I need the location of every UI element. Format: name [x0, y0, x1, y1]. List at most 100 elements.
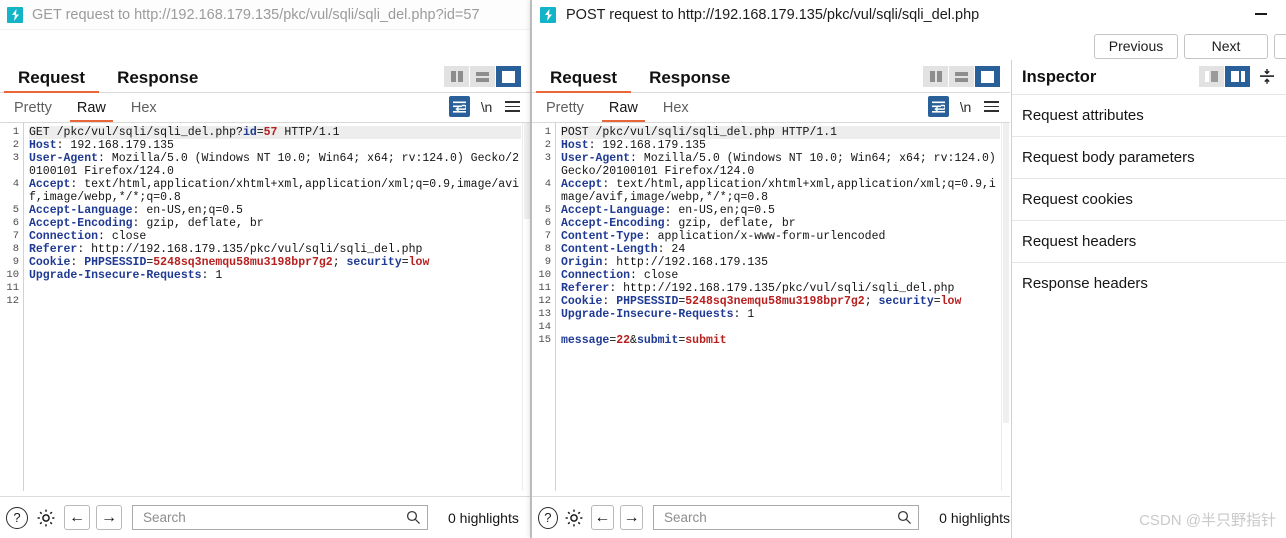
tab-response-left[interactable]: Response [103, 69, 212, 92]
window-title-right: POST request to http://192.168.179.135/p… [566, 7, 980, 23]
arrow-left-icon[interactable]: ← [64, 505, 90, 530]
next-button[interactable]: Next [1184, 33, 1268, 59]
watermark: CSDN @半只野指针 [1139, 512, 1276, 529]
format-tabs-left: Pretty Raw Hex \n [0, 93, 530, 123]
vertical-scrollbar-right[interactable] [1001, 123, 1010, 491]
line-number: 8 [544, 243, 551, 255]
line-number: 9 [544, 256, 551, 268]
message-tabs-left: Request Response [0, 60, 530, 93]
hamburger-menu-icon[interactable] [982, 99, 1001, 114]
line-number: 6 [544, 217, 551, 229]
tab-response-right[interactable]: Response [635, 69, 744, 92]
inspector-dock-left-icon[interactable] [1199, 66, 1224, 87]
window-titlebar-right: POST request to http://192.168.179.135/p… [532, 0, 1286, 30]
arrow-left-icon[interactable]: ← [590, 505, 614, 530]
line-number: 4 [12, 178, 19, 190]
layout-side-by-side-icon[interactable] [923, 66, 948, 87]
line-number: 8 [12, 243, 19, 255]
layout-single-pane-icon[interactable] [496, 66, 521, 87]
code-line: Upgrade-Insecure-Requests: 1 [561, 308, 755, 321]
code-line: Accept-Language: en-US,en;q=0.5 [29, 204, 243, 217]
burp-suite-logo-icon [7, 6, 23, 23]
newline-toggle-left[interactable]: \n [481, 99, 492, 115]
search-input[interactable] [141, 509, 406, 526]
scrollbar-thumb[interactable] [1003, 123, 1009, 423]
code-line: Accept-Language: en-US,en;q=0.5 [561, 204, 775, 217]
gear-icon[interactable] [34, 506, 58, 530]
help-circle-icon[interactable]: ? [538, 506, 558, 529]
code-line: Accept: text/html,application/xhtml+xml,… [561, 178, 996, 204]
subtab-hex-right[interactable]: Hex [652, 93, 700, 122]
line-number: 2 [12, 139, 19, 151]
highlights-count-left: 0 highlights [448, 509, 519, 526]
code-line: message=22&submit=submit [561, 334, 727, 347]
window-titlebar-left: GET request to http://192.168.179.135/pk… [0, 0, 530, 30]
line-number-gutter-left: 1 2 3 4 5 6 7 8 9 10 11 12 [0, 123, 22, 491]
layout-single-pane-icon[interactable] [975, 66, 1000, 87]
code-line: Origin: http://192.168.179.135 [561, 256, 769, 269]
vertical-scrollbar-left[interactable] [522, 123, 530, 491]
request-raw-text-right[interactable]: POST /pkc/vul/sqli/sqli_del.php HTTP/1.1… [555, 123, 1000, 491]
subtab-raw-right[interactable]: Raw [598, 93, 649, 122]
highlights-count-right: 0 highlights [939, 509, 1010, 526]
tab-request-left[interactable]: Request [4, 69, 100, 93]
search-toolbar-right: ? ← → Search 0 highlights [532, 496, 1010, 538]
help-circle-icon[interactable]: ? [6, 506, 28, 529]
format-tabs-right: Pretty Raw Hex \n [532, 93, 1010, 123]
inspector-dock-right-icon[interactable] [1225, 66, 1250, 87]
word-wrap-icon[interactable] [448, 96, 470, 117]
code-line: Upgrade-Insecure-Requests: 1 [29, 269, 223, 282]
inspector-title: Inspector [1022, 67, 1097, 86]
line-number: 10 [6, 269, 19, 281]
layout-side-by-side-icon[interactable] [444, 66, 469, 87]
layout-stacked-icon[interactable] [470, 66, 495, 87]
request-code-area-right[interactable]: 1 2 3 4 5 6 7 8 9 10 11 12 13 14 15 POST /pkc/vul/sqli… [532, 123, 1010, 491]
inspector-row-response-headers[interactable]: Response headers [1012, 262, 1286, 304]
line-number: 6 [12, 217, 19, 229]
app-root: GET request to http://192.168.179.135/pk… [0, 0, 1286, 538]
subtab-raw-left[interactable]: Raw [66, 93, 117, 122]
minimize-icon[interactable] [1250, 0, 1272, 28]
inspector-row-request-cookies[interactable]: Request cookies [1012, 178, 1286, 220]
arrow-right-icon[interactable]: → [619, 505, 644, 530]
search-box-left[interactable] [132, 505, 428, 530]
hamburger-menu-icon[interactable] [503, 99, 522, 114]
word-wrap-icon[interactable] [927, 96, 949, 117]
line-number: 3 [544, 152, 551, 164]
code-line: Accept-Encoding: gzip, deflate, br [29, 217, 264, 230]
request-viewer-left: Request Response Pretty Raw Hex \n 1 2 3… [0, 60, 530, 538]
code-line: Accept-Encoding: gzip, deflate, br [561, 217, 796, 230]
overflow-button[interactable] [1274, 33, 1286, 59]
tab-request-right[interactable]: Request [536, 69, 632, 93]
search-box-right[interactable] [653, 505, 920, 530]
line-number: 4 [544, 178, 551, 190]
code-line: Accept: text/html,application/xhtml+xml,… [29, 178, 519, 204]
code-line: Referer: http://192.168.179.135/pkc/vul/… [29, 243, 423, 256]
collapse-all-icon[interactable] [1256, 66, 1278, 87]
inspector-row-request-attributes[interactable]: Request attributes [1012, 94, 1286, 136]
line-number: 15 [538, 334, 551, 346]
line-number: 7 [12, 230, 19, 242]
line-number: 11 [6, 282, 19, 294]
request-raw-text-left[interactable]: GET /pkc/vul/sqli/sqli_del.php?id=57 HTT… [23, 123, 521, 491]
subtab-pretty-right[interactable]: Pretty [535, 93, 595, 122]
search-input[interactable] [662, 509, 898, 526]
previous-button[interactable]: Previous [1094, 33, 1178, 59]
line-number: 5 [544, 204, 551, 216]
window-title-left: GET request to http://192.168.179.135/pk… [32, 6, 480, 23]
burp-suite-logo-icon [540, 7, 556, 23]
code-line: Content-Type: application/x-www-form-url… [561, 230, 886, 243]
layout-stacked-icon[interactable] [949, 66, 974, 87]
inspector-header: Inspector [1012, 60, 1286, 94]
scrollbar-thumb[interactable] [524, 123, 530, 219]
newline-toggle-right[interactable]: \n [960, 99, 971, 115]
inspector-row-request-headers[interactable]: Request headers [1012, 220, 1286, 262]
line-number: 10 [538, 269, 551, 281]
arrow-right-icon[interactable]: → [96, 505, 122, 530]
line-number: 14 [538, 321, 551, 333]
subtab-pretty-left[interactable]: Pretty [3, 93, 63, 122]
gear-icon[interactable] [564, 506, 585, 530]
request-code-area-left[interactable]: 1 2 3 4 5 6 7 8 9 10 11 12 GET /pkc/vul/sqli/sqli_d… [0, 123, 530, 491]
inspector-row-request-body-parameters[interactable]: Request body parameters [1012, 136, 1286, 178]
subtab-hex-left[interactable]: Hex [120, 93, 168, 122]
